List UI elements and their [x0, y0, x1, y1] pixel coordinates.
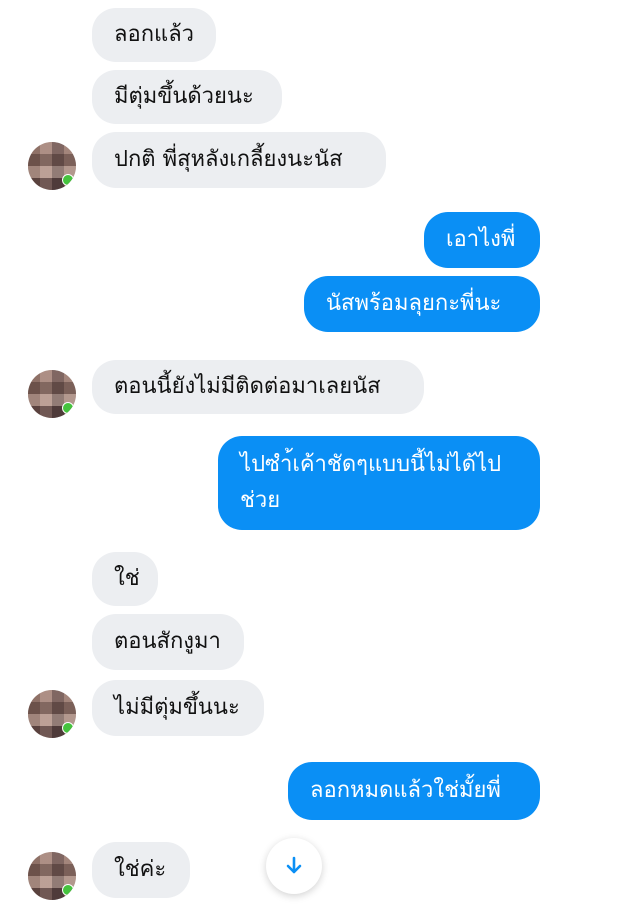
message-bubble-incoming[interactable]: ไม่มีตุ่มขึ้นนะ	[92, 680, 264, 736]
contact-avatar[interactable]	[28, 690, 76, 738]
message-bubble-outgoing[interactable]: ไปซำ้เค้าชัดๆแบบนี้ไม่ได้ไป ช่วย	[218, 436, 540, 530]
contact-avatar[interactable]	[28, 852, 76, 900]
arrow-down-icon	[286, 856, 302, 874]
message-bubble-outgoing[interactable]: ลอกหมดแล้วใช่มั้ยพี่	[288, 762, 540, 820]
message-text: ปกติ พี่สุหลังเกลี้ยงนะนัส	[114, 147, 343, 172]
message-text: นัสพร้อมลุยกะพี่นะ	[326, 291, 502, 316]
contact-avatar[interactable]	[28, 142, 76, 190]
message-bubble-outgoing[interactable]: นัสพร้อมลุยกะพี่นะ	[304, 276, 540, 332]
message-text: ไปซำ้เค้าชัดๆแบบนี้ไม่ได้ไป ช่วย	[240, 452, 502, 513]
message-text: ใช่ค่ะ	[114, 857, 167, 882]
message-bubble-incoming[interactable]: ปกติ พี่สุหลังเกลี้ยงนะนัส	[92, 132, 386, 188]
message-text: ตอนนี้ยังไม่มีติดต่อมาเลยนัส	[114, 374, 381, 399]
message-bubble-incoming[interactable]: ตอนนี้ยังไม่มีติดต่อมาเลยนัส	[92, 360, 424, 414]
message-text: ไม่มีตุ่มขึ้นนะ	[114, 695, 240, 720]
scroll-to-bottom-button[interactable]	[266, 838, 322, 894]
message-bubble-incoming[interactable]: มีตุ่มขึ้นด้วยนะ	[92, 70, 282, 124]
contact-avatar[interactable]	[28, 370, 76, 418]
message-bubble-incoming[interactable]: ใช่ค่ะ	[92, 842, 190, 898]
message-text: เอาไงพี่	[446, 227, 516, 252]
message-text: ตอนสักงูมา	[114, 629, 221, 654]
message-text: ลอกหมดแล้วใช่มั้ยพี่	[310, 778, 501, 803]
message-bubble-incoming[interactable]: ใช่	[92, 552, 158, 606]
message-text: ใช่	[114, 566, 140, 591]
message-text: ลอกแล้ว	[114, 22, 195, 47]
message-bubble-incoming[interactable]: ตอนสักงูมา	[92, 614, 244, 670]
message-bubble-incoming[interactable]: ลอกแล้ว	[92, 8, 216, 62]
message-bubble-outgoing[interactable]: เอาไงพี่	[424, 212, 540, 268]
message-text: มีตุ่มขึ้นด้วยนะ	[114, 84, 254, 109]
